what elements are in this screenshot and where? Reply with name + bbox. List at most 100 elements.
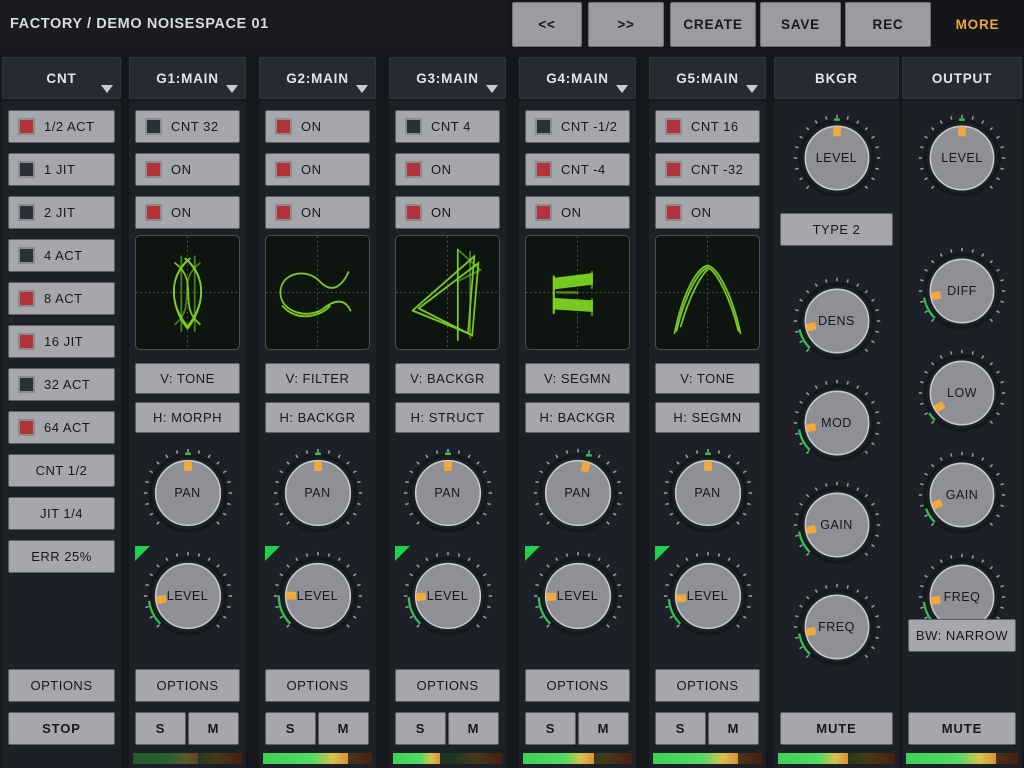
more-button[interactable]: MORE: [935, 2, 1020, 47]
v-mod-button[interactable]: V: SEGMN: [525, 363, 630, 394]
rec-button[interactable]: REC: [845, 2, 931, 47]
value-button-1[interactable]: JIT 1/4: [8, 497, 115, 530]
toggle-label: CNT -1/2: [561, 119, 618, 134]
chevron-down-icon[interactable]: [226, 85, 238, 93]
column-header-g2[interactable]: G2:MAIN: [259, 57, 376, 99]
led-indicator: [535, 118, 552, 135]
toggle-0[interactable]: CNT 4: [395, 110, 500, 143]
toggle-1[interactable]: CNT -32: [655, 153, 760, 186]
column-header-output[interactable]: OUTPUT: [902, 57, 1022, 99]
v-mod-button[interactable]: V: FILTER: [265, 363, 370, 394]
v-mod-button[interactable]: V: TONE: [135, 363, 240, 394]
toggle-2[interactable]: ON: [655, 196, 760, 229]
knob-level[interactable]: LEVEL: [914, 110, 1010, 206]
knob-level[interactable]: LEVEL: [529, 547, 627, 645]
toggle-1[interactable]: ON: [395, 153, 500, 186]
knob-level[interactable]: LEVEL: [399, 547, 497, 645]
solo-button[interactable]: S: [525, 712, 576, 745]
toggle-1[interactable]: ON: [265, 153, 370, 186]
toggle-1[interactable]: CNT -4: [525, 153, 630, 186]
chevron-down-icon[interactable]: [101, 85, 113, 93]
toggle-64-act[interactable]: 64 ACT: [8, 411, 115, 444]
toggle-0[interactable]: CNT -1/2: [525, 110, 630, 143]
prev-button[interactable]: <<: [512, 2, 582, 47]
knob-dens[interactable]: DENS: [789, 273, 885, 369]
knob-freq[interactable]: FREQ: [789, 579, 885, 675]
toggle-4-act[interactable]: 4 ACT: [8, 239, 115, 272]
knob-level[interactable]: LEVEL: [139, 547, 237, 645]
options-button[interactable]: OPTIONS: [525, 669, 630, 702]
toggle-2[interactable]: ON: [395, 196, 500, 229]
knob-pan[interactable]: PAN: [659, 444, 757, 542]
knob-gain[interactable]: GAIN: [789, 477, 885, 573]
toggle-2-jit[interactable]: 2 JIT: [8, 196, 115, 229]
toggle-0[interactable]: CNT 16: [655, 110, 760, 143]
chevron-down-icon[interactable]: [486, 85, 498, 93]
options-button[interactable]: OPTIONS: [135, 669, 240, 702]
stop-button[interactable]: STOP: [8, 712, 115, 745]
column-header-g3[interactable]: G3:MAIN: [389, 57, 506, 99]
type-button[interactable]: TYPE 2: [780, 213, 893, 246]
meter-fill: [653, 753, 739, 764]
toggle-32-act[interactable]: 32 ACT: [8, 368, 115, 401]
v-mod-button[interactable]: V: BACKGR: [395, 363, 500, 394]
toggle-0[interactable]: CNT 32: [135, 110, 240, 143]
options-button[interactable]: OPTIONS: [8, 669, 115, 702]
led-indicator: [275, 161, 292, 178]
mute-button[interactable]: M: [578, 712, 629, 745]
mute-button[interactable]: M: [448, 712, 499, 745]
knob-level[interactable]: LEVEL: [269, 547, 367, 645]
mute-button[interactable]: MUTE: [780, 712, 893, 745]
v-mod-button[interactable]: V: TONE: [655, 363, 760, 394]
mute-button[interactable]: M: [708, 712, 759, 745]
toggle-2[interactable]: ON: [525, 196, 630, 229]
knob-mod[interactable]: MOD: [789, 375, 885, 471]
toggle-1-jit[interactable]: 1 JIT: [8, 153, 115, 186]
knob-level[interactable]: LEVEL: [789, 110, 885, 206]
column-header-cnt[interactable]: CNT: [2, 57, 121, 99]
options-button[interactable]: OPTIONS: [395, 669, 500, 702]
h-mod-button[interactable]: H: MORPH: [135, 402, 240, 433]
bandwidth-button[interactable]: BW: NARROW: [908, 619, 1016, 652]
column-header-g4[interactable]: G4:MAIN: [519, 57, 636, 99]
knob-gain[interactable]: GAIN: [914, 447, 1010, 543]
chevron-down-icon[interactable]: [746, 85, 758, 93]
mute-button[interactable]: M: [318, 712, 369, 745]
save-button[interactable]: SAVE: [760, 2, 841, 47]
column-header-bkgr[interactable]: BKGR: [774, 57, 899, 99]
column-header-g5[interactable]: G5:MAIN: [649, 57, 766, 99]
mute-button[interactable]: M: [188, 712, 239, 745]
options-button[interactable]: OPTIONS: [265, 669, 370, 702]
knob-level[interactable]: LEVEL: [659, 547, 757, 645]
knob-pan[interactable]: PAN: [399, 444, 497, 542]
toggle-2[interactable]: ON: [265, 196, 370, 229]
chevron-down-icon[interactable]: [616, 85, 628, 93]
toggle-1[interactable]: ON: [135, 153, 240, 186]
column-header-g1[interactable]: G1:MAIN: [129, 57, 246, 99]
toggle-1-2-act[interactable]: 1/2 ACT: [8, 110, 115, 143]
solo-button[interactable]: S: [135, 712, 186, 745]
solo-button[interactable]: S: [265, 712, 316, 745]
solo-button[interactable]: S: [395, 712, 446, 745]
toggle-8-act[interactable]: 8 ACT: [8, 282, 115, 315]
knob-pan[interactable]: PAN: [139, 444, 237, 542]
next-button[interactable]: >>: [588, 2, 664, 47]
toggle-0[interactable]: ON: [265, 110, 370, 143]
value-button-0[interactable]: CNT 1/2: [8, 454, 115, 487]
toggle-2[interactable]: ON: [135, 196, 240, 229]
chevron-down-icon[interactable]: [356, 85, 368, 93]
value-button-2[interactable]: ERR 25%: [8, 540, 115, 573]
solo-button[interactable]: S: [655, 712, 706, 745]
knob-low[interactable]: LOW: [914, 345, 1010, 441]
h-mod-button[interactable]: H: BACKGR: [525, 402, 630, 433]
knob-pan[interactable]: PAN: [529, 444, 627, 542]
knob-diff[interactable]: DIFF: [914, 243, 1010, 339]
h-mod-button[interactable]: H: SEGMN: [655, 402, 760, 433]
create-button[interactable]: CREATE: [670, 2, 756, 47]
options-button[interactable]: OPTIONS: [655, 669, 760, 702]
toggle-16-jit[interactable]: 16 JIT: [8, 325, 115, 358]
mute-button[interactable]: MUTE: [908, 712, 1016, 745]
h-mod-button[interactable]: H: BACKGR: [265, 402, 370, 433]
knob-pan[interactable]: PAN: [269, 444, 367, 542]
h-mod-button[interactable]: H: STRUCT: [395, 402, 500, 433]
